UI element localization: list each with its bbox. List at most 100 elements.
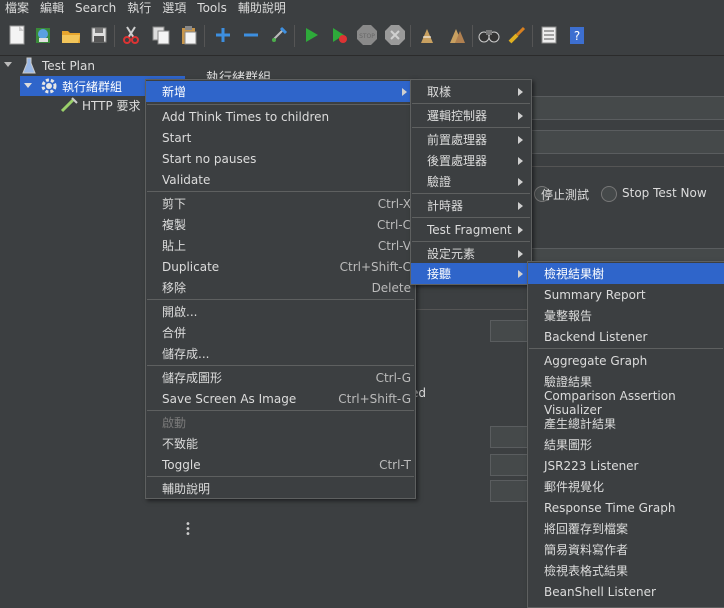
menu-search[interactable]: Search: [70, 0, 122, 16]
submenu-arrow-icon: [518, 201, 523, 210]
name-field[interactable]: [530, 96, 724, 120]
tree-item-test-plan[interactable]: Test Plan: [0, 56, 185, 76]
menu-help[interactable]: 輔助說明: [233, 0, 292, 16]
collapse-all-icon[interactable]: [240, 24, 262, 46]
listener-item-view-results-tree[interactable]: 檢視結果樹: [528, 263, 724, 284]
new-icon[interactable]: [6, 24, 28, 46]
menu-item-enable: 啟動: [162, 416, 187, 430]
gear-icon: [40, 77, 58, 98]
expand-all-icon[interactable]: [212, 24, 234, 46]
tree-label-http-request: HTTP 要求: [82, 98, 141, 113]
reset-search-icon[interactable]: [506, 24, 528, 46]
menu-item-save-as-image[interactable]: 儲存成圖形 Ctrl-G: [146, 367, 415, 388]
function-helper-icon[interactable]: [538, 24, 560, 46]
menu-item-paste[interactable]: 貼上 Ctrl-V: [146, 235, 415, 256]
menu-tools[interactable]: Tools: [192, 0, 233, 16]
listener-item-comparison-assertion-visualizer[interactable]: Comparison Assertion Visualizer: [528, 389, 724, 417]
add-submenu: 取樣 邏輯控制器 前置處理器 後置處理器 驗證 計時器 Test Fragmen…: [410, 79, 532, 285]
submenu-arrow-icon: [402, 87, 407, 96]
submenu-item-timer[interactable]: 計時器: [411, 195, 531, 216]
listener-item-aggregate-report[interactable]: 彙整報告: [528, 305, 724, 326]
submenu-arrow-icon: [518, 249, 523, 258]
context-menu: 新增 Add Think Times to children Start Sta…: [145, 79, 416, 499]
menu-item-remove[interactable]: 移除 Delete: [146, 277, 415, 298]
submenu-item-sampler[interactable]: 取樣: [411, 81, 531, 102]
menu-item-save-as[interactable]: 儲存成...: [146, 343, 415, 364]
menu-item-help[interactable]: 輔助說明: [146, 478, 415, 499]
menu-options[interactable]: 選項: [157, 0, 192, 16]
listener-item-jsr223-listener[interactable]: JSR223 Listener: [528, 455, 724, 476]
menu-item-cut[interactable]: 剪下 Ctrl-X: [146, 193, 415, 214]
submenu-arrow-icon: [518, 156, 523, 165]
templates-icon[interactable]: [32, 24, 54, 46]
menu-item-add[interactable]: 新增: [146, 81, 415, 102]
help-icon[interactable]: ?: [566, 24, 588, 46]
svg-text:?: ?: [574, 29, 580, 43]
comments-field[interactable]: [530, 130, 724, 154]
open-folder-icon[interactable]: [60, 24, 82, 46]
listener-item-summary-report[interactable]: Summary Report: [528, 284, 724, 305]
menu-bar: 檔案 編輯 Search 執行 選項 Tools 輔助說明: [0, 0, 724, 16]
start-icon[interactable]: [300, 24, 322, 46]
menu-file[interactable]: 檔案: [0, 0, 35, 16]
submenu-arrow-icon: [518, 269, 523, 278]
pipette-icon: [60, 97, 78, 116]
listener-item-generate-summary-results[interactable]: 產生總計結果: [528, 413, 724, 434]
listener-item-view-results-in-table[interactable]: 檢視表格式結果: [528, 560, 724, 581]
listener-item-beanshell-listener[interactable]: BeanShell Listener: [528, 581, 724, 602]
submenu-item-assertions[interactable]: 驗證: [411, 171, 531, 192]
menu-item-copy[interactable]: 複製 Ctrl-C: [146, 214, 415, 235]
menu-run[interactable]: 執行: [122, 0, 157, 16]
listener-submenu: 檢視結果樹 Summary Report 彙整報告 Backend Listen…: [527, 261, 724, 608]
test-plan-icon: [22, 57, 36, 78]
submenu-arrow-icon: [518, 87, 523, 96]
submenu-arrow-icon: [518, 225, 523, 234]
submenu-item-test-fragment[interactable]: Test Fragment: [411, 219, 531, 240]
svg-text:STOP: STOP: [359, 33, 375, 40]
clear-icon[interactable]: [416, 24, 438, 46]
submenu-item-listener[interactable]: 接聽: [411, 263, 531, 284]
expand-arrow-icon[interactable]: [24, 83, 32, 88]
clear-all-icon[interactable]: [446, 24, 468, 46]
menu-item-toggle[interactable]: Toggle Ctrl-T: [146, 454, 415, 475]
search-icon[interactable]: [478, 24, 500, 46]
submenu-arrow-icon: [518, 135, 523, 144]
listener-item-graph-results[interactable]: 結果圖形: [528, 434, 724, 455]
menu-item-start-no-pauses[interactable]: Start no pauses: [146, 148, 415, 169]
menu-item-open[interactable]: 開啟...: [146, 301, 415, 322]
paste-icon[interactable]: [178, 24, 200, 46]
listener-item-simple-data-writer[interactable]: 簡易資料寫作者: [528, 539, 724, 560]
menu-item-merge[interactable]: 合併: [146, 322, 415, 343]
stop-test-label: 停止測試: [541, 188, 590, 202]
menu-item-add-think-times[interactable]: Add Think Times to children: [146, 106, 415, 127]
toolbar: STOP ?: [0, 17, 724, 56]
tree-label-test-plan: Test Plan: [42, 59, 95, 73]
cut-icon[interactable]: [120, 24, 142, 46]
submenu-arrow-icon: [518, 177, 523, 186]
menu-edit[interactable]: 編輯: [35, 0, 70, 16]
radio-stop-test-now[interactable]: [601, 186, 617, 202]
menu-item-disable[interactable]: 不致能: [146, 433, 415, 454]
submenu-item-post-processor[interactable]: 後置處理器: [411, 150, 531, 171]
submenu-item-pre-processor[interactable]: 前置處理器: [411, 129, 531, 150]
menu-item-start[interactable]: Start: [146, 127, 415, 148]
listener-item-mailer-visualizer[interactable]: 郵件視覺化: [528, 476, 724, 497]
listener-item-aggregate-graph[interactable]: Aggregate Graph: [528, 350, 724, 371]
toggle-icon[interactable]: [268, 24, 290, 46]
menu-item-duplicate[interactable]: Duplicate Ctrl+Shift-C: [146, 256, 415, 277]
tree-label-thread-group: 執行緒群組: [62, 79, 123, 94]
listener-item-backend-listener[interactable]: Backend Listener: [528, 326, 724, 347]
menu-item-validate[interactable]: Validate: [146, 169, 415, 190]
copy-icon[interactable]: [150, 24, 172, 46]
submenu-item-logic-controller[interactable]: 邏輯控制器: [411, 105, 531, 126]
shutdown-icon[interactable]: [384, 24, 406, 46]
save-icon[interactable]: [88, 24, 110, 46]
menu-item-save-screen-as-image[interactable]: Save Screen As Image Ctrl+Shift-G: [146, 388, 415, 409]
stop-icon[interactable]: STOP: [356, 24, 378, 46]
listener-item-response-time-graph[interactable]: Response Time Graph: [528, 497, 724, 518]
expand-arrow-icon[interactable]: [4, 62, 12, 67]
listener-item-save-responses-to-file[interactable]: 將回覆存到檔案: [528, 518, 724, 539]
stop-test-now-label: Stop Test Now: [622, 186, 707, 200]
start-no-pauses-icon[interactable]: [328, 24, 350, 46]
submenu-item-config-element[interactable]: 設定元素: [411, 243, 531, 264]
